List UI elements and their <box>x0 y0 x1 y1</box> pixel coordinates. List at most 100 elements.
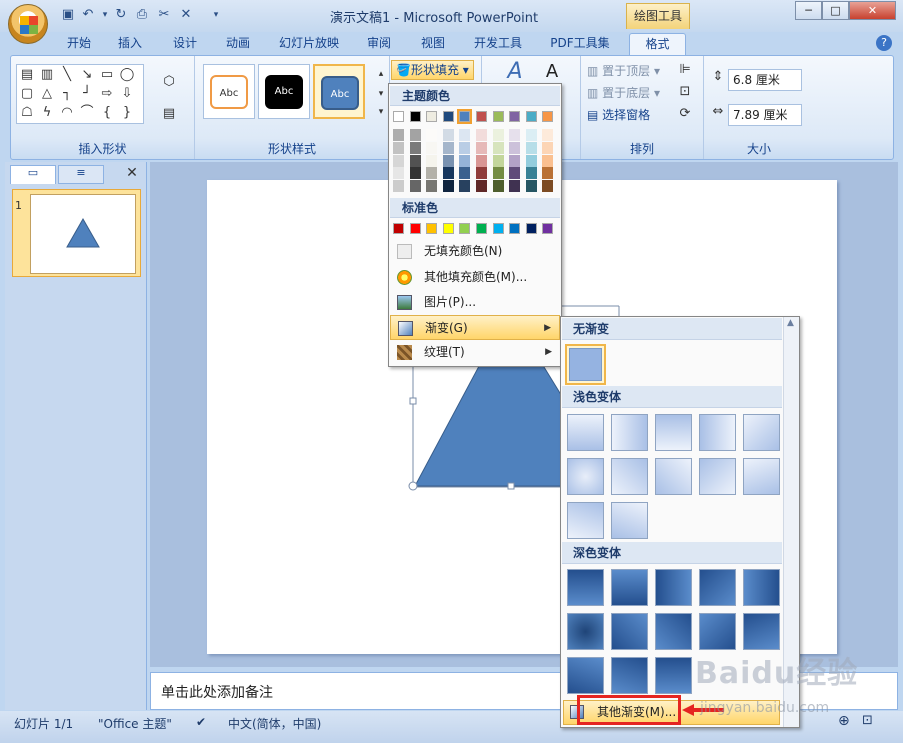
theme-shade-swatch[interactable] <box>426 167 438 180</box>
close-button[interactable]: ✕ <box>849 1 896 20</box>
resize-handle[interactable] <box>409 397 417 405</box>
theme-color-swatch[interactable] <box>476 111 487 122</box>
theme-shade-swatch[interactable] <box>442 141 454 154</box>
save-icon[interactable]: ▣ <box>60 7 76 23</box>
standard-color-swatch[interactable] <box>459 223 471 234</box>
theme-color-swatch[interactable] <box>492 111 504 122</box>
theme-shade-swatch[interactable] <box>492 180 504 193</box>
theme-shade-swatch[interactable] <box>409 129 421 141</box>
rectangle-shape-icon[interactable]: ▭ <box>99 67 115 83</box>
right-arrow-shape-icon[interactable]: ⇨ <box>99 86 115 102</box>
rotate-icon[interactable]: ⟳ <box>677 106 693 122</box>
zoom-in-icon[interactable]: ⊕ <box>838 713 850 729</box>
width-input[interactable]: 7.89 厘米 <box>728 104 802 126</box>
dark-gradient-swatch[interactable] <box>611 657 648 694</box>
theme-shade-swatch[interactable] <box>525 167 537 180</box>
theme-shade-swatch[interactable] <box>509 167 521 180</box>
dark-gradient-swatch[interactable] <box>611 613 648 650</box>
theme-shade-swatch[interactable] <box>459 167 471 180</box>
fit-window-icon[interactable]: ⊡ <box>862 713 873 728</box>
tab-slideshow[interactable]: 幻灯片放映 <box>272 33 346 55</box>
spellcheck-icon[interactable]: ✔ <box>196 715 206 729</box>
height-input[interactable]: 6.8 厘米 <box>728 69 802 91</box>
theme-color-swatch[interactable] <box>457 109 473 124</box>
office-button[interactable] <box>8 4 48 44</box>
triangle-shape-icon[interactable]: △ <box>39 86 55 102</box>
dark-gradient-swatch[interactable] <box>699 569 736 606</box>
right-brace-shape-icon[interactable]: } <box>119 105 135 121</box>
tab-view[interactable]: 视图 <box>411 33 455 55</box>
theme-shade-swatch[interactable] <box>542 154 554 167</box>
theme-shade-swatch[interactable] <box>393 141 404 154</box>
dark-gradient-swatch[interactable] <box>567 613 604 650</box>
theme-color-swatch[interactable] <box>542 111 554 122</box>
arrow-shape-icon[interactable]: ↘ <box>79 67 95 83</box>
tab-developer[interactable]: 开发工具 <box>466 33 530 55</box>
standard-color-swatch[interactable] <box>509 223 521 234</box>
theme-shade-swatch[interactable] <box>426 129 438 141</box>
close-x-icon[interactable]: ✕ <box>178 7 194 23</box>
curve-shape-icon[interactable]: ⌒ <box>79 105 95 121</box>
theme-shade-swatch[interactable] <box>409 180 421 193</box>
theme-shade-swatch[interactable] <box>525 154 537 167</box>
left-brace-shape-icon[interactable]: { <box>99 105 115 121</box>
rounded-rect-shape-icon[interactable]: ▢ <box>19 86 35 102</box>
theme-shade-swatch[interactable] <box>393 154 404 167</box>
dark-gradient-swatch[interactable] <box>567 657 604 694</box>
theme-shade-swatch[interactable] <box>542 167 554 180</box>
more-fill-colors-item[interactable]: 其他填充颜色(M)... <box>390 265 560 290</box>
light-gradient-swatch[interactable] <box>611 414 648 451</box>
dark-gradient-swatch[interactable] <box>699 613 736 650</box>
standard-color-swatch[interactable] <box>492 223 504 234</box>
dark-gradient-swatch[interactable] <box>655 613 692 650</box>
theme-shade-swatch[interactable] <box>509 141 521 154</box>
light-gradient-swatch[interactable] <box>567 458 604 495</box>
theme-color-swatch[interactable] <box>525 111 537 122</box>
tab-home[interactable]: 开始 <box>57 33 101 55</box>
standard-color-swatch[interactable] <box>426 223 438 234</box>
theme-shade-swatch[interactable] <box>492 141 504 154</box>
text-fill-icon[interactable]: A <box>542 63 562 81</box>
resize-handle[interactable] <box>408 481 418 491</box>
theme-shade-swatch[interactable] <box>509 180 521 193</box>
theme-shade-swatch[interactable] <box>525 141 537 154</box>
theme-color-swatch[interactable] <box>409 111 421 122</box>
theme-shade-swatch[interactable] <box>476 141 487 154</box>
theme-shade-swatch[interactable] <box>542 129 554 141</box>
theme-shade-swatch[interactable] <box>542 180 554 193</box>
theme-shade-swatch[interactable] <box>426 141 438 154</box>
tab-format[interactable]: 格式 <box>629 33 686 55</box>
close-pane-icon[interactable]: ✕ <box>124 165 140 184</box>
textbox-shape-icon[interactable]: ▤ <box>19 67 35 83</box>
no-fill-item[interactable]: 无填充颜色(N) <box>390 239 560 264</box>
theme-shade-swatch[interactable] <box>476 180 487 193</box>
undo-icon[interactable]: ↶ <box>80 7 96 23</box>
theme-shade-swatch[interactable] <box>442 154 454 167</box>
theme-shade-swatch[interactable] <box>476 167 487 180</box>
gradient-fill-item[interactable]: 渐变(G) ▶ <box>390 315 560 340</box>
theme-color-swatch[interactable] <box>393 111 404 122</box>
outline-tab-icon[interactable]: ≡ <box>58 165 104 184</box>
tab-animation[interactable]: 动画 <box>216 33 260 55</box>
dark-gradient-swatch[interactable] <box>655 569 692 606</box>
theme-shade-swatch[interactable] <box>459 180 471 193</box>
standard-color-swatch[interactable] <box>476 223 487 234</box>
light-gradient-swatch[interactable] <box>743 458 780 495</box>
texture-fill-item[interactable]: 纹理(T) ▶ <box>390 340 560 365</box>
style-orange-outline[interactable]: Abc <box>203 64 255 119</box>
theme-shade-swatch[interactable] <box>426 154 438 167</box>
dark-gradient-swatch[interactable] <box>611 569 648 606</box>
theme-shade-swatch[interactable] <box>409 141 421 154</box>
customize-qat-icon[interactable]: ▾ <box>208 7 224 23</box>
standard-color-swatch[interactable] <box>442 223 454 234</box>
dark-gradient-swatch[interactable] <box>743 613 780 650</box>
dark-gradient-swatch[interactable] <box>743 569 780 606</box>
down-arrow-shape-icon[interactable]: ⇩ <box>119 86 135 102</box>
theme-shade-swatch[interactable] <box>476 154 487 167</box>
theme-shade-swatch[interactable] <box>442 167 454 180</box>
standard-color-swatch[interactable] <box>393 223 404 234</box>
cut-icon[interactable]: ✂ <box>156 7 172 23</box>
theme-shade-swatch[interactable] <box>492 167 504 180</box>
standard-color-swatch[interactable] <box>525 223 537 234</box>
theme-shade-swatch[interactable] <box>442 129 454 141</box>
